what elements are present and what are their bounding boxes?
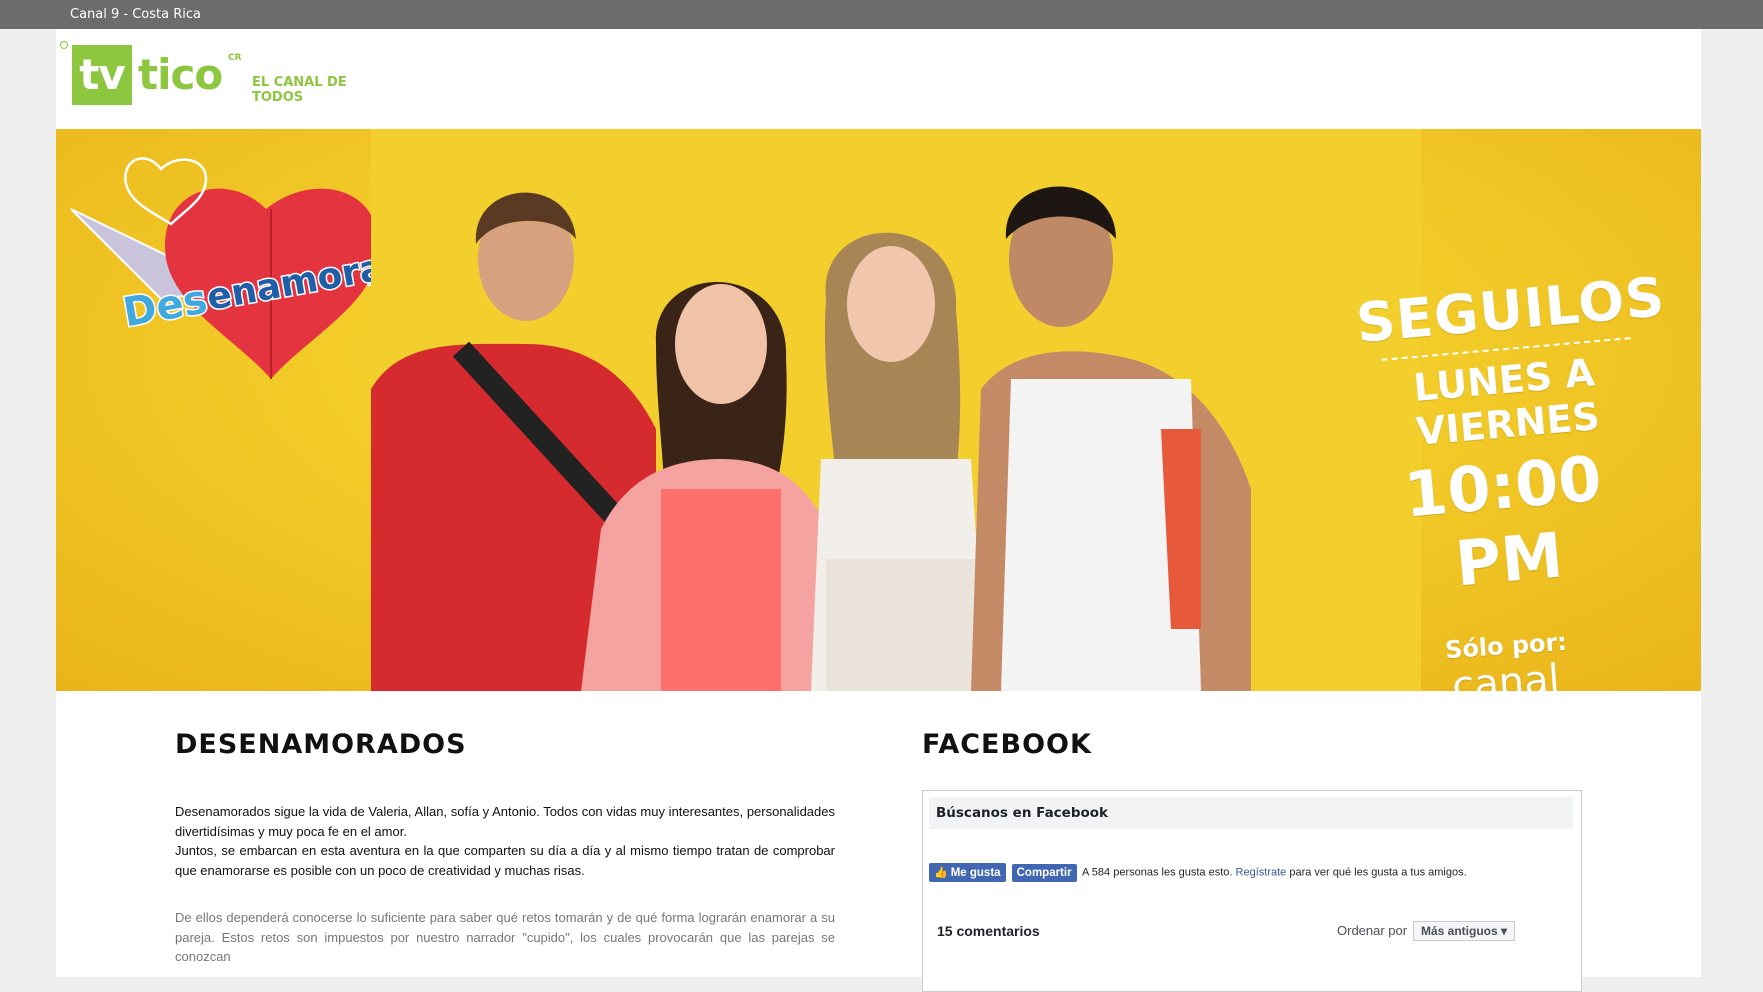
order-label: Ordenar por [1337, 923, 1408, 938]
about-description: Desenamorados sigue la vida de Valeria, … [175, 802, 835, 967]
logo-cr: CR [228, 53, 242, 63]
logo-dot [60, 41, 68, 49]
facebook-widget-title[interactable]: Búscanos en Facebook [936, 805, 1108, 821]
facebook-like-row: 👍 Me gusta Compartir A 584 personas les g… [929, 863, 1467, 885]
like-count-text: A 584 personas les gusta esto. [1082, 866, 1233, 879]
about-paragraph-2: Juntos, se embarcan en esta aventura en … [175, 843, 835, 878]
site-logo[interactable]: tv tico CR EL CANAL DE TODOS [60, 41, 400, 105]
comments-count: 15 comentarios [937, 923, 1040, 939]
facebook-section: FACEBOOK Búscanos en Facebook 👍 Me gusta … [922, 729, 1582, 992]
about-section: DESENAMORADOS Desenamorados sigue la vid… [175, 729, 835, 967]
show-title-part1: Des [120, 276, 211, 336]
like-button-label: Me gusta [950, 867, 1001, 879]
share-button[interactable]: Compartir [1011, 863, 1077, 882]
page-container: tv tico CR EL CANAL DE TODOS Des enamora… [56, 29, 1701, 992]
logo-tagline: EL CANAL DE TODOS [252, 75, 347, 105]
cast-photo [371, 129, 1421, 691]
like-button[interactable]: 👍 Me gusta [929, 863, 1006, 882]
site-title: Canal 9 - Costa Rica [70, 7, 201, 22]
cast-member-3-head [847, 246, 935, 362]
promo-schedule: SEGUILOS LUNES A VIERNES 10:00 PM Sólo p… [1354, 265, 1668, 691]
facebook-widget-header[interactable]: Búscanos en Facebook [929, 797, 1573, 829]
top-bar: Canal 9 - Costa Rica [0, 0, 1763, 29]
logo-tv: tv [72, 45, 132, 105]
cast-member-3-fringe [826, 559, 976, 691]
logo-tico: tico [138, 50, 223, 99]
show-banner[interactable]: Des enamorados SEGUILOS LUNES A VIERNES … [56, 129, 1701, 691]
about-heading: DESENAMORADOS [175, 729, 467, 760]
facebook-heading: FACEBOOK [922, 729, 1092, 760]
thumbs-up-icon: 👍 [934, 867, 948, 879]
register-suffix: para ver qué les gusta a tus amigos. [1289, 866, 1467, 879]
about-paragraph-3: De ellos dependerá conocerse lo suficien… [175, 910, 835, 964]
comments-header: 15 comentarios Ordenar por Más antiguos … [937, 921, 1537, 941]
register-link[interactable]: Regístrate [1236, 866, 1287, 878]
about-paragraph-1: Desenamorados sigue la vida de Valeria, … [175, 804, 835, 839]
cast-member-2-top [661, 489, 781, 691]
promo-follow: SEGUILOS [1353, 265, 1668, 355]
promo-time: 10:00 PM [1401, 441, 1605, 601]
order-select[interactable]: Más antiguos ▾ [1413, 921, 1516, 941]
cast-member-2-head [675, 284, 767, 404]
facebook-widget: Búscanos en Facebook 👍 Me gusta Compartir… [922, 790, 1582, 992]
